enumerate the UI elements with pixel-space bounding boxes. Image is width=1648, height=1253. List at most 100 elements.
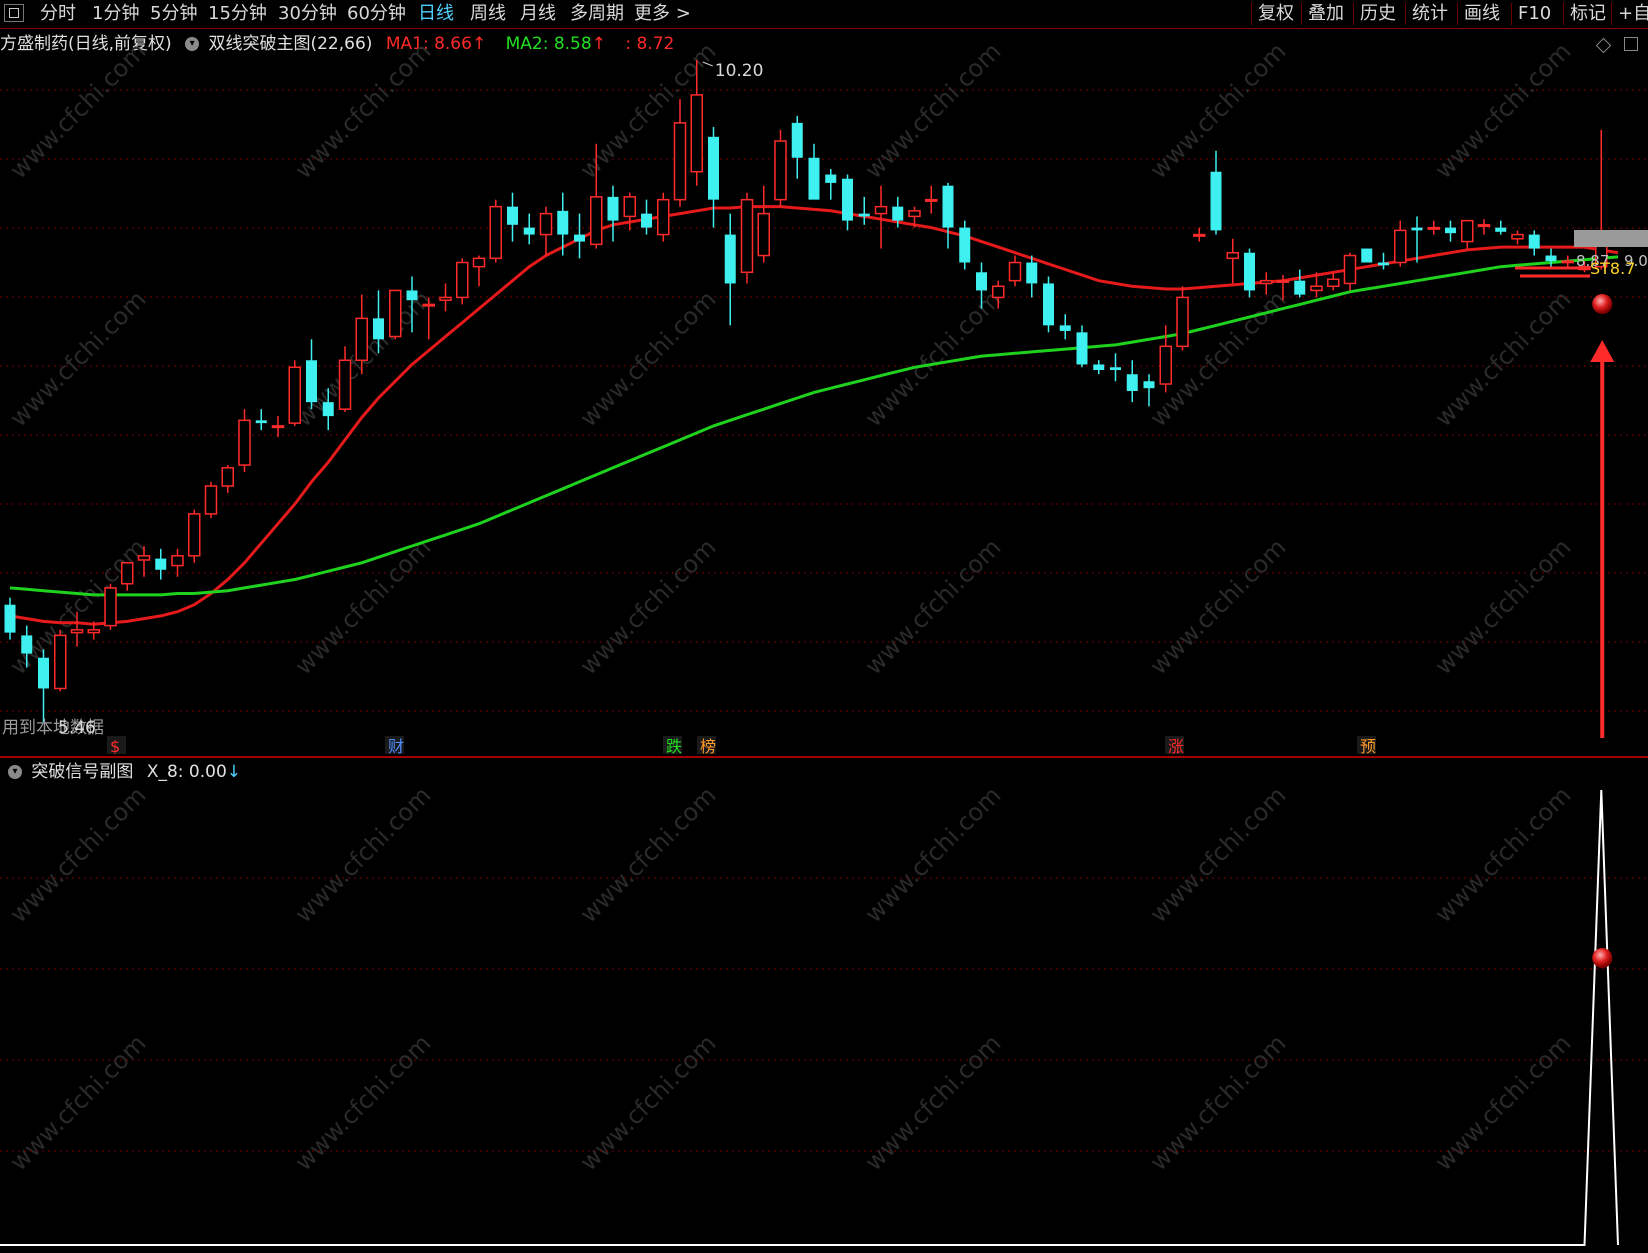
event-marker-text: 涨 [1168,737,1184,756]
event-marker-text: 榜 [700,737,716,756]
diamond-icon[interactable] [1595,37,1612,54]
toolbar-separator [1353,3,1354,25]
candle [1126,360,1138,403]
main-grid [0,89,1648,712]
candle-body [439,296,452,301]
toolbar-right-item-1[interactable]: 叠加 [1308,0,1344,28]
candle [1378,252,1389,270]
toolbar-item-10[interactable]: 更多 > [634,0,691,28]
candle [657,192,670,242]
maximize-icon[interactable] [1624,37,1638,51]
candle-body [1059,325,1071,331]
candle [1445,220,1456,242]
candle-body [271,425,285,429]
candle-body [1294,280,1306,295]
toolbar-item-1[interactable]: 1分钟 [92,0,139,28]
toolbar-right-item-4[interactable]: 画线 [1464,0,1500,28]
sub-signal-ball [1592,948,1613,968]
candle-body [607,196,619,221]
candle [1276,275,1290,301]
ma1-up-arrow: ↑ [471,34,487,54]
signal-line [0,789,1619,1246]
right-price-label: 9.0 [1624,252,1648,270]
candle-body [1260,279,1273,285]
toolbar-item-5[interactable]: 60分钟 [347,0,406,28]
candle-body [574,234,585,242]
watermark-text: www.cfchi.com [1144,533,1291,680]
price-box [1574,230,1648,247]
toolbar-item-2[interactable]: 5分钟 [150,0,197,28]
candle-body [757,212,770,257]
candle [238,409,251,473]
candle-body [373,318,384,340]
candle [607,185,619,242]
candle-body [892,206,904,221]
pane-divider[interactable] [0,756,1648,758]
candle-body [1310,285,1323,292]
indicator-menu-icon[interactable]: ▾ [185,37,200,51]
toolbar-right-item-3[interactable]: 统计 [1412,0,1448,28]
candle [708,127,719,228]
right-price-label: ST8.7 [1590,259,1635,278]
kline-chart[interactable]: www.cfchi.com www.cfchi.com www.cfchi.com w… [0,0,1648,1253]
watermark-text: www.cfchi.com [289,1029,436,1176]
candle-body [204,485,218,515]
sub-indicator-name[interactable]: 突破信号副图 [31,762,133,782]
candle-body [1193,233,1206,237]
candle [87,621,100,640]
toolbar-item-3[interactable]: 15分钟 [208,0,267,28]
candle [188,509,201,563]
candle-body [657,198,670,236]
sub-indicator-menu-icon[interactable]: ▾ [8,765,22,779]
candle [1176,286,1189,351]
watermark-text: www.cfchi.com [859,285,1006,432]
candle [1427,220,1440,235]
toolbar-item-9[interactable]: 多周期 [570,0,624,28]
toolbar-right-item-0[interactable]: 复权 [1258,0,1294,28]
toolbar-right-item-2[interactable]: 历史 [1360,0,1396,28]
candle-body [774,140,787,201]
candle [1110,353,1121,382]
toolbar-item-6[interactable]: 日线 [418,0,454,28]
candle-body [155,558,167,570]
candle-body [389,289,402,338]
period-toolbar: 分时 1分钟 5分钟 15分钟 30分钟 60分钟 日线 周线 月线 多周期 更多 > 复权 叠加 历史统… [0,0,1648,29]
candle-body [1511,233,1524,240]
candle-body [825,174,837,183]
candle-body [1008,261,1022,282]
candle-body [38,657,49,689]
candle [456,258,469,305]
candle-body [1394,229,1407,264]
candle [724,213,736,326]
candle [590,143,603,249]
candle [959,220,971,270]
candle [1343,252,1357,291]
candle [1394,220,1407,267]
toolbar-item-7[interactable]: 周线 [470,0,506,28]
ma1-line [9,205,1619,626]
candle [137,546,151,577]
toolbar-separator [1563,3,1564,25]
toolbar-item-4[interactable]: 30分钟 [278,0,337,28]
watermark-text: www.cfchi.com [289,781,436,928]
stock-title[interactable]: 方盛制药(日线,前复权) [0,34,172,54]
event-marker-bg [1165,736,1184,754]
candle [472,255,486,287]
toolbar-separator [1457,3,1458,25]
toolbar-item-0[interactable]: 分时 [40,0,76,28]
candle-body [422,303,435,307]
toolbar-right-item-5[interactable]: F10 [1518,0,1551,28]
candle [925,185,938,214]
candle [1511,230,1524,245]
watermark-text: www.cfchi.com [574,533,721,680]
candle-body [255,420,267,424]
toolbar-item-8[interactable]: 月线 [520,0,556,28]
indicator-name[interactable]: 双线突破主图(22,66) [208,34,372,54]
candle-body [1076,332,1088,365]
toolbar-right-item-6[interactable]: 标记 [1570,0,1606,28]
toolbar-right-item-7[interactable]: +自 [1618,0,1648,28]
candle [942,182,954,249]
window-menu-button[interactable] [4,4,24,22]
event-marker-text: 财 [388,737,404,756]
candle [1477,219,1491,235]
